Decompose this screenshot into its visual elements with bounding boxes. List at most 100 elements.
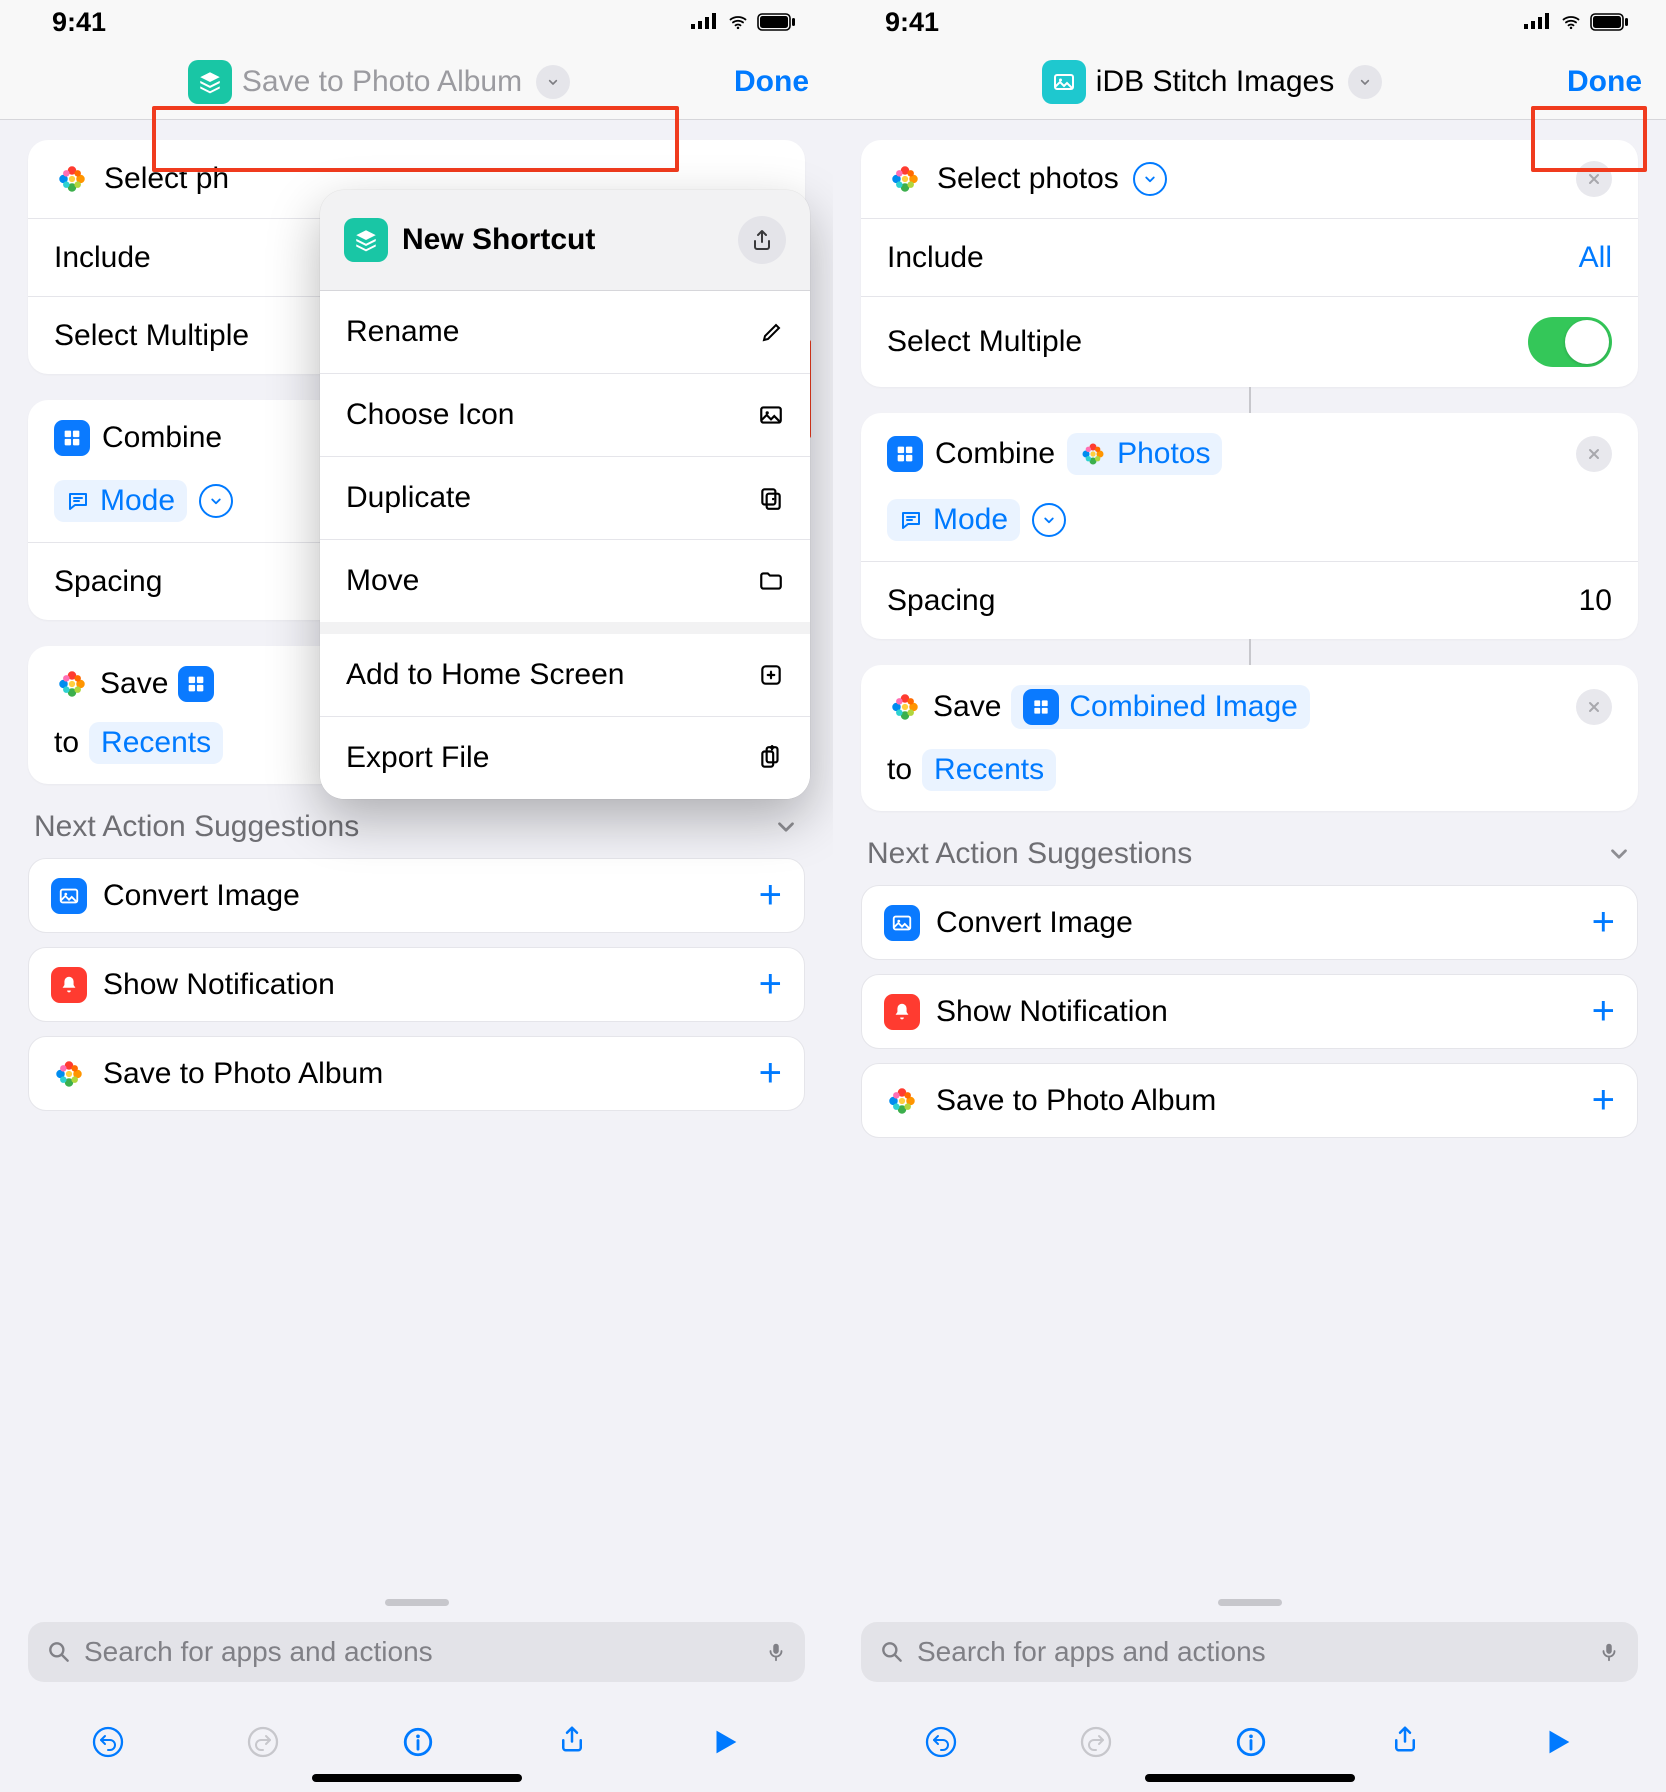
nav-title: Save to Photo Album [242,65,522,99]
select-multiple-row: Select Multiple [861,296,1638,387]
close-icon[interactable] [1576,689,1612,725]
close-icon[interactable] [1576,161,1612,197]
status-bar: 9:41 [833,0,1666,44]
pencil-icon [760,320,784,344]
run-button[interactable] [1541,1725,1575,1759]
navbar: iDB Stitch Images Done [833,44,1666,120]
status-time: 9:41 [885,7,939,38]
message-icon [899,508,923,532]
mode-pill[interactable]: Mode [54,480,187,522]
title-popover: New Shortcut Rename Choose Icon Duplicat… [320,190,810,799]
close-icon[interactable] [1576,436,1612,472]
chevron-down-icon [1348,65,1382,99]
duplicate-icon [758,485,784,511]
select-multiple-switch[interactable] [1528,317,1612,367]
photos-pill[interactable]: Photos [1067,433,1222,475]
suggestion-save-photo-album[interactable]: Save to Photo Album + [862,1064,1637,1137]
add-home-row[interactable]: Add to Home Screen [320,634,810,716]
share-button[interactable] [738,216,786,264]
redo-button [1079,1725,1113,1759]
share-button[interactable] [1390,1724,1420,1760]
image-icon [758,402,784,428]
include-row[interactable]: Include All [861,218,1638,296]
suggestion-convert-image[interactable]: Convert Image + [29,859,804,932]
search-area: Search for apps and actions [833,1589,1666,1692]
image-icon [884,905,920,941]
mic-icon[interactable] [1598,1638,1620,1666]
search-icon [46,1639,72,1665]
rename-row[interactable]: Rename [320,291,810,373]
recents-pill[interactable]: Recents [922,749,1056,791]
suggestion-show-notification[interactable]: Show Notification + [862,975,1637,1048]
recents-pill[interactable]: Recents [89,722,223,764]
mode-pill[interactable]: Mode [887,499,1020,541]
chevron-down-icon[interactable] [1133,162,1167,196]
drag-handle[interactable] [1218,1599,1282,1606]
move-row[interactable]: Move [320,539,810,622]
done-button[interactable]: Done [734,65,809,99]
action-header[interactable]: Select photos [861,140,1638,218]
spacing-row[interactable]: Spacing 10 [861,561,1638,639]
info-button[interactable] [1234,1725,1268,1759]
grid-icon [1023,689,1059,725]
grid-icon [54,420,90,456]
wifi-icon [1558,12,1584,32]
suggestion-convert-image[interactable]: Convert Image + [862,886,1637,959]
nav-title-button[interactable]: iDB Stitch Images [1042,60,1382,104]
export-row[interactable]: Export File [320,716,810,799]
photos-app-icon [887,161,923,197]
home-indicator [1145,1774,1355,1782]
chevron-down-icon[interactable] [1032,503,1066,537]
message-icon [66,489,90,513]
chevron-down-icon [1606,841,1632,867]
suggestions-header[interactable]: Next Action Suggestions [28,810,805,858]
search-placeholder: Search for apps and actions [917,1636,1586,1668]
photos-app-icon [884,1083,920,1119]
mic-icon[interactable] [765,1638,787,1666]
suggestion-show-notification[interactable]: Show Notification + [29,948,804,1021]
photos-app-icon [51,1056,87,1092]
undo-button[interactable] [924,1725,958,1759]
bell-icon [51,967,87,1003]
nav-title: iDB Stitch Images [1096,65,1334,99]
photos-app-icon [54,161,90,197]
choose-icon-row[interactable]: Choose Icon [320,373,810,456]
phone-left: 9:41 Save to Photo Album Done Select ph … [0,0,833,1792]
status-right [691,12,797,32]
shortcut-icon [344,218,388,262]
combine-header[interactable]: Combine Photos Mode [861,413,1638,561]
image-icon [51,878,87,914]
suggestions-header[interactable]: Next Action Suggestions [861,837,1638,885]
grid-icon [887,436,923,472]
search-input[interactable]: Search for apps and actions [28,1622,805,1682]
save-row[interactable]: Save Combined Image to Recents [861,665,1638,811]
search-input[interactable]: Search for apps and actions [861,1622,1638,1682]
chevron-down-icon [773,814,799,840]
cellular-icon [1524,13,1552,31]
chevron-down-icon[interactable] [199,484,233,518]
undo-button[interactable] [91,1725,125,1759]
plus-square-icon [758,662,784,688]
drag-handle[interactable] [385,1599,449,1606]
battery-icon [757,13,797,31]
redo-button [246,1725,280,1759]
wifi-icon [725,12,751,32]
combined-image-pill[interactable]: Combined Image [1011,685,1309,729]
action-select-photos: Select photos Include All Select Multipl… [861,140,1638,387]
photos-app-icon [54,666,90,702]
battery-icon [1590,13,1630,31]
photos-app-icon [887,689,923,725]
info-button[interactable] [401,1725,435,1759]
plus-icon: + [759,873,782,918]
suggestion-save-photo-album[interactable]: Save to Photo Album + [29,1037,804,1110]
plus-icon: + [1592,900,1615,945]
done-button[interactable]: Done [1567,65,1642,99]
connector [861,639,1638,665]
plus-icon: + [759,962,782,1007]
run-button[interactable] [708,1725,742,1759]
nav-title-button[interactable]: Save to Photo Album [188,60,570,104]
duplicate-row[interactable]: Duplicate [320,456,810,539]
share-button[interactable] [557,1724,587,1760]
status-time: 9:41 [52,7,106,38]
grid-icon [178,666,214,702]
